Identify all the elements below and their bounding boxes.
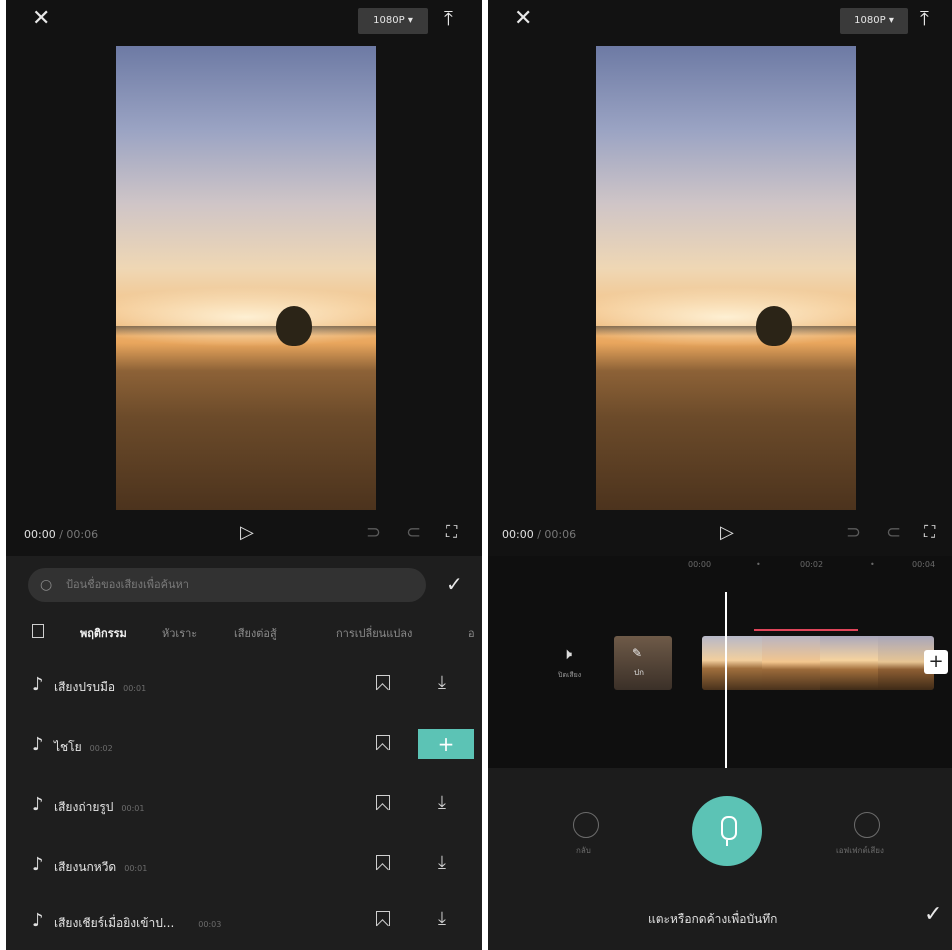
time-display: 00:00 / 00:06 — [24, 528, 98, 541]
ruler-dot: • — [756, 560, 761, 569]
tab-fight[interactable]: เสียงต่อสู้ — [234, 624, 277, 642]
confirm-check-icon[interactable]: ✓ — [924, 902, 942, 927]
video-clip-track[interactable] — [702, 636, 934, 690]
fullscreen-icon[interactable]: ⛶ — [446, 522, 457, 542]
favorite-icon[interactable] — [376, 911, 390, 926]
music-note-icon: ♪ — [32, 674, 44, 695]
favorite-icon[interactable] — [376, 735, 390, 750]
playhead[interactable] — [725, 592, 727, 768]
ruler-label: 00:02 — [800, 560, 824, 569]
ruler-dot: • — [870, 560, 875, 569]
sound-row[interactable]: ♪ เสียงปรบมือ 00:01 ⤓ — [6, 666, 482, 706]
play-icon[interactable]: ▷ — [720, 522, 734, 543]
undo-icon[interactable]: ⊃ — [846, 522, 861, 543]
sound-effects-screen: ✕ 1080P ▾ ⤒ 00:00 / 00:06 ▷ ⊃ ⊂ ⛶ ○ ป้อน… — [6, 0, 482, 950]
search-icon: ○ — [40, 577, 53, 593]
category-tabs: พฤติกรรม หัวเราะ เสียงต่อสู้ การเปลี่ยนแ… — [6, 616, 482, 646]
favorite-icon[interactable] — [376, 675, 390, 690]
redo-icon[interactable]: ⊂ — [886, 522, 901, 543]
download-icon[interactable]: ⤓ — [438, 908, 446, 929]
music-note-icon: ♪ — [32, 794, 44, 815]
sound-duration: 00:01 — [123, 684, 147, 693]
close-icon[interactable]: ✕ — [32, 6, 50, 31]
favorite-icon[interactable] — [376, 795, 390, 810]
music-note-icon: ♪ — [32, 734, 44, 755]
resolution-dropdown[interactable]: 1080P ▾ — [358, 8, 428, 34]
tab-laugh[interactable]: หัวเราะ — [162, 624, 197, 642]
voice-effect-label: เอฟเฟกต์เสียง — [836, 846, 884, 855]
add-clip-button[interactable]: + — [924, 650, 948, 674]
tab-behavior[interactable]: พฤติกรรม — [80, 624, 127, 642]
download-icon[interactable]: ⤓ — [438, 792, 446, 813]
edit-pencil-icon: ✎ — [632, 646, 643, 660]
speaker-icon[interactable]: 🕨 — [562, 644, 572, 664]
add-sound-button[interactable]: + — [418, 729, 474, 759]
close-icon[interactable]: ✕ — [514, 6, 532, 31]
clip-frame — [762, 636, 820, 690]
sound-duration: 00:03 — [198, 920, 222, 929]
undo-icon[interactable]: ⊃ — [366, 522, 381, 543]
cover-label: ปก — [634, 668, 644, 677]
undo-record-label: กลับ — [576, 846, 591, 855]
current-time: 00:00 — [24, 528, 56, 541]
tab-transition[interactable]: การเปลี่ยนแปลง — [336, 624, 412, 642]
ruler-label: 00:04 — [912, 560, 936, 569]
sound-name: เสียงถ่ายรูป — [54, 800, 114, 814]
record-button[interactable] — [692, 796, 762, 866]
clip-frame — [702, 636, 762, 690]
sound-row[interactable]: ♪ เสียงนกหวีด 00:01 ⤓ — [6, 846, 482, 886]
current-time: 00:00 — [502, 528, 534, 541]
sound-list-sheet: ○ ป้อนชื่อของเสียงเพื่อค้นหา ✓ พฤติกรรม … — [6, 556, 482, 950]
sound-duration: 00:01 — [121, 804, 145, 813]
favorite-icon[interactable] — [376, 855, 390, 870]
clip-frame — [820, 636, 878, 690]
bookmark-tab-icon[interactable] — [32, 624, 44, 638]
time-display: 00:00 / 00:06 — [502, 528, 576, 541]
voice-effect-icon[interactable] — [854, 812, 880, 838]
sound-name: เสียงปรบมือ — [54, 680, 116, 694]
voiceover-screen: ✕ 1080P ▾ ⤒ 00:00 / 00:06 ▷ ⊃ ⊂ ⛶ 00:00 … — [488, 0, 952, 950]
sound-name: เสียงนกหวีด — [54, 860, 117, 874]
play-icon[interactable]: ▷ — [240, 522, 254, 543]
video-preview — [596, 46, 856, 510]
sound-name: ไชโย — [54, 740, 82, 754]
download-icon[interactable]: ⤓ — [438, 672, 446, 693]
record-hint: แตะหรือกดค้างเพื่อบันทึก — [648, 912, 778, 926]
resolution-dropdown[interactable]: 1080P ▾ — [840, 8, 908, 34]
undo-record-icon[interactable] — [573, 812, 599, 838]
sound-row[interactable]: ♪ ไชโย 00:02 + — [6, 726, 482, 766]
total-time: / 00:06 — [59, 528, 99, 541]
mute-label: ปิดเสียง — [558, 671, 582, 679]
export-icon[interactable]: ⤒ — [444, 6, 453, 30]
sound-track-marker — [754, 629, 858, 631]
confirm-check-icon[interactable]: ✓ — [446, 572, 463, 596]
sound-row[interactable]: ♪ เสียงเชียร์เมื่อยิงเข้าป... 00:03 ⤓ — [6, 902, 482, 942]
redo-icon[interactable]: ⊂ — [406, 522, 421, 543]
tab-more[interactable]: อ — [468, 624, 475, 642]
music-note-icon: ♪ — [32, 854, 44, 875]
ruler-label: 00:00 — [688, 560, 712, 569]
sound-duration: 00:01 — [124, 864, 148, 873]
cover-button[interactable]: ✎ ปก — [614, 636, 672, 690]
fullscreen-icon[interactable]: ⛶ — [924, 522, 935, 542]
export-icon[interactable]: ⤒ — [920, 6, 929, 30]
microphone-icon — [721, 816, 737, 840]
search-placeholder: ป้อนชื่อของเสียงเพื่อค้นหา — [66, 578, 189, 591]
sound-row[interactable]: ♪ เสียงถ่ายรูป 00:01 ⤓ — [6, 786, 482, 826]
video-preview — [116, 46, 376, 510]
search-input[interactable]: ○ ป้อนชื่อของเสียงเพื่อค้นหา — [28, 568, 426, 602]
download-icon[interactable]: ⤓ — [438, 852, 446, 873]
timeline[interactable]: 00:00 • 00:02 • 00:04 🕨 ปิดเสียง ✎ ปก + — [488, 556, 952, 768]
music-note-icon: ♪ — [32, 910, 44, 931]
sound-duration: 00:02 — [89, 744, 113, 753]
tree-silhouette — [756, 306, 792, 346]
record-panel: กลับ เอฟเฟกต์เสียง แตะหรือกดค้างเพื่อบัน… — [488, 768, 952, 950]
total-time: / 00:06 — [537, 528, 577, 541]
sound-name: เสียงเชียร์เมื่อยิงเข้าป... — [54, 916, 175, 930]
tree-silhouette — [276, 306, 312, 346]
